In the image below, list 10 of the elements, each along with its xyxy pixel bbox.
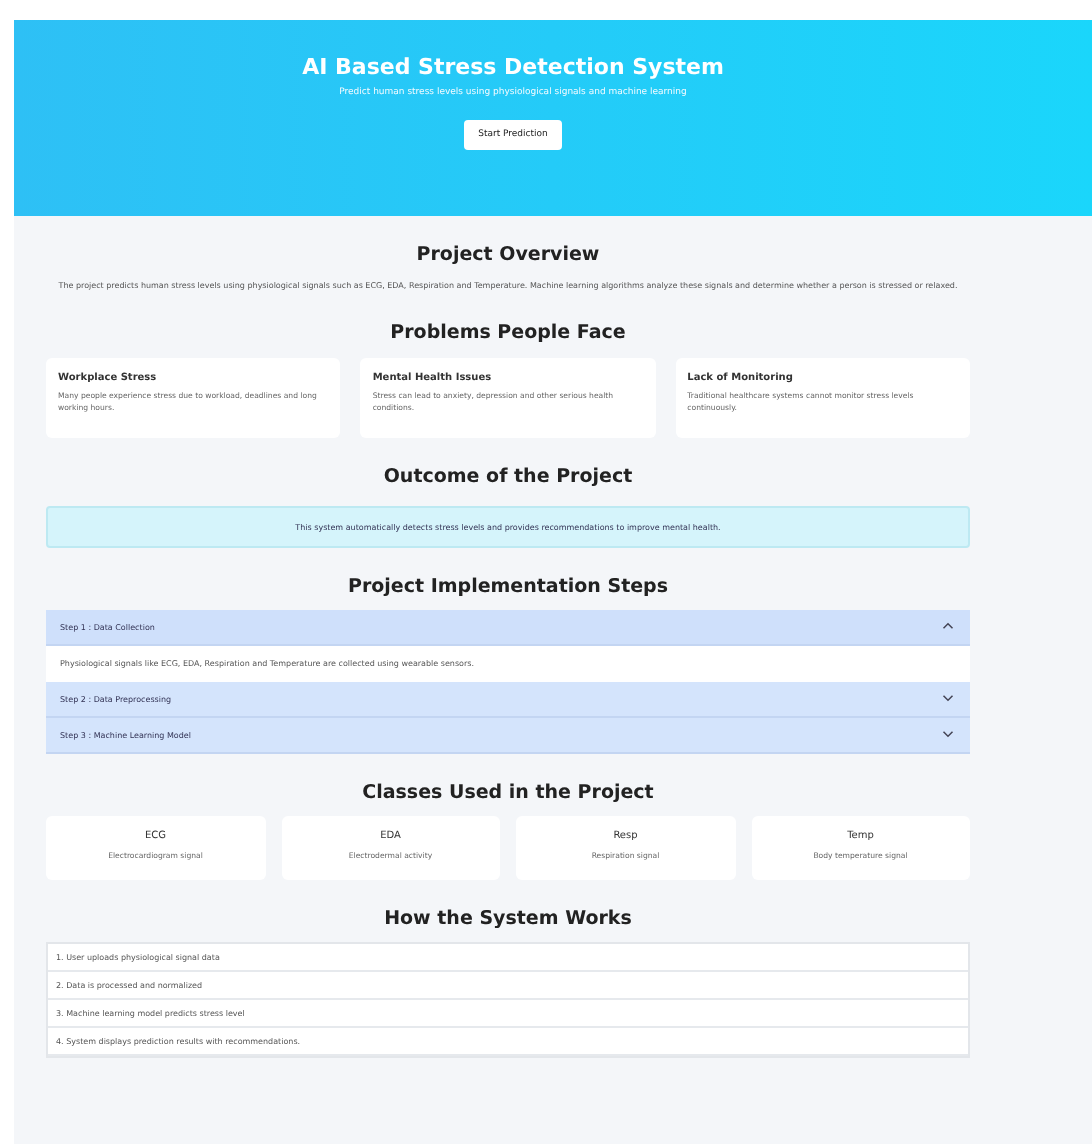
chevron-icon: [942, 622, 954, 631]
section-heading: Project Overview: [414, 244, 602, 266]
chevron-icon: [942, 694, 954, 703]
section-heading: Problems People Face: [388, 321, 628, 344]
section-heading: Classes Used in the Project: [360, 781, 656, 804]
section-heading: Project Implementation Steps: [345, 575, 671, 598]
hero-title: AI Based Stress Detection System: [302, 54, 724, 80]
chevron-icon: [942, 730, 954, 739]
section-heading: Outcome of the Project: [381, 465, 635, 488]
section-heading: How the System Works: [382, 907, 634, 930]
